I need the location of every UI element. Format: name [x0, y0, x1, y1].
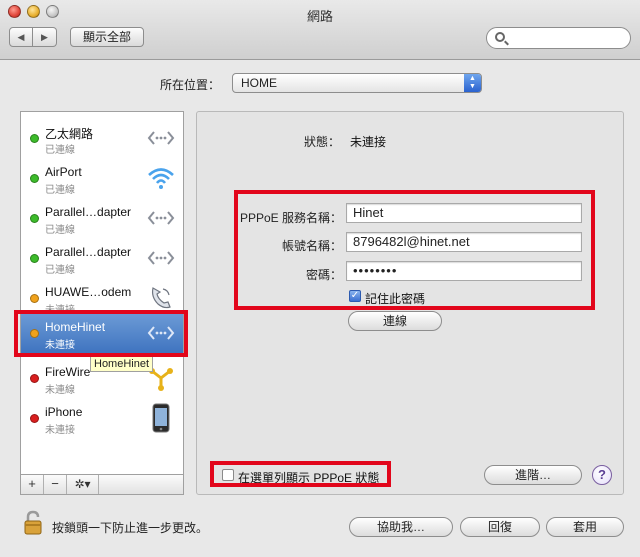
service-name: FireWire	[45, 365, 91, 379]
status-dot	[30, 254, 39, 263]
window-toolbar: 網路 ◀ ▶ 顯示全部	[0, 0, 640, 60]
popup-arrows-icon: ▲ ▼	[464, 74, 481, 92]
service-name: Parallel…dapter	[45, 205, 132, 219]
advanced-button[interactable]: 進階…	[484, 465, 582, 485]
service-status: 已連線	[45, 225, 75, 236]
service-status: 已連線	[45, 265, 75, 276]
service-item-parallels-2[interactable]: Parallel…dapter 已連線	[21, 238, 183, 278]
service-item-iphone[interactable]: iPhone 未連接	[21, 398, 183, 438]
service-list: 乙太網路 已連線 AirPort 已連線 Parallel…dapter 已連線…	[20, 111, 184, 475]
service-name: HUAWE…odem	[45, 285, 132, 299]
service-status: 已連線	[45, 145, 75, 156]
location-label: 所在位置：	[160, 78, 221, 92]
ethernet-icon	[147, 244, 175, 272]
location-value: HOME	[241, 76, 277, 90]
location-select[interactable]: HOME ▲ ▼	[232, 73, 482, 93]
search-input[interactable]	[486, 27, 631, 49]
help-button[interactable]: ?	[592, 465, 612, 485]
add-service-button[interactable]: +	[21, 475, 44, 494]
service-status: 已連線	[45, 185, 75, 196]
phone-modem-icon	[147, 284, 175, 312]
lock-hint-text: 按鎖頭一下防止進一步更改。	[52, 521, 209, 535]
status-label: 狀態：	[303, 135, 340, 149]
service-name: Parallel…dapter	[45, 245, 132, 259]
status-dot	[30, 414, 39, 423]
service-name: iPhone	[45, 405, 83, 419]
revert-button[interactable]: 回復	[460, 517, 540, 537]
assist-me-button[interactable]: 協助我…	[349, 517, 453, 537]
service-item-parallels-1[interactable]: Parallel…dapter 已連線	[21, 198, 183, 238]
forward-button[interactable]: ▶	[33, 27, 57, 47]
connect-button[interactable]: 連線	[348, 311, 442, 331]
service-status: 未連接	[45, 425, 75, 436]
status-dot	[30, 134, 39, 143]
back-forward-control: ◀ ▶	[9, 27, 57, 47]
service-item-airport[interactable]: AirPort 已連線	[21, 158, 183, 198]
service-item-ethernet[interactable]: 乙太網路 已連線	[21, 118, 183, 158]
status-value: 未連接	[350, 135, 387, 149]
service-name: 乙太網路	[45, 127, 94, 141]
back-button[interactable]: ◀	[9, 27, 33, 47]
highlight-box-service	[14, 310, 188, 357]
iphone-icon	[147, 403, 175, 433]
service-list-controls: + − ✲▾	[20, 475, 184, 495]
gear-menu-button[interactable]: ✲▾	[67, 475, 99, 494]
highlight-box-menubar-option	[210, 461, 391, 487]
status-dot	[30, 374, 39, 383]
window-title: 網路	[306, 9, 333, 24]
show-all-button[interactable]: 顯示全部	[70, 27, 144, 47]
tooltip: HomeHinet	[90, 356, 154, 372]
status-dot	[30, 294, 39, 303]
status-dot	[30, 174, 39, 183]
remove-service-button[interactable]: −	[44, 475, 67, 494]
wifi-icon	[147, 164, 175, 192]
service-status: 未連線	[45, 385, 75, 396]
service-name: AirPort	[45, 165, 82, 179]
apply-button[interactable]: 套用	[546, 517, 624, 537]
status-dot	[30, 214, 39, 223]
ethernet-icon	[147, 124, 175, 152]
highlight-box-pppoe-fields	[234, 190, 595, 310]
search-icon	[495, 32, 505, 42]
lock-icon[interactable]	[22, 510, 44, 536]
ethernet-icon	[147, 204, 175, 232]
